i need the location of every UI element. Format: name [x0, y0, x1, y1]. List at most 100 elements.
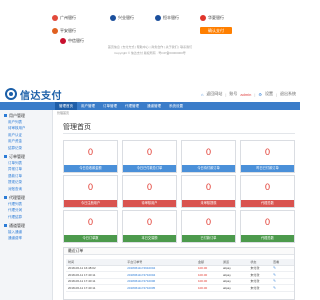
sidebar-section-header[interactable]: 订单管理: [0, 153, 52, 160]
bank-logo-huaxia[interactable]: 华夏银行: [200, 14, 224, 21]
stat-card[interactable]: 0 昨日已付款订单: [240, 140, 295, 173]
stat-card[interactable]: 0 代理总数: [240, 175, 295, 208]
nav-tab-settings[interactable]: 系统设置: [165, 102, 187, 110]
gear-icon: ⚙: [258, 91, 262, 97]
stat-card[interactable]: 0 今日待付款订单: [181, 140, 236, 173]
nav-tab-dashboard[interactable]: 管理首页: [55, 102, 77, 110]
bank-name: 恒丰银行: [163, 14, 179, 20]
stat-value: 0: [264, 217, 270, 227]
stat-value: 0: [205, 217, 211, 227]
order-status-cell: 未付款: [248, 265, 272, 273]
nav-tab-channels[interactable]: 通道管理: [143, 102, 165, 110]
home-icon: ⌂: [200, 91, 204, 97]
order-number-cell[interactable]: 20180611174910004: [125, 265, 196, 273]
sidebar-section-orders: 订单管理 订单列表 异常订单 退款订单 提现记录 对账查询: [0, 151, 52, 192]
account-name[interactable]: admin: [240, 92, 251, 97]
sidebar-section-header[interactable]: 用户管理: [0, 112, 52, 119]
divider: |: [275, 91, 277, 97]
table-row[interactable]: 2018-06-11 17:40:11 20180611174710006 100.…: [66, 278, 294, 286]
sidebar-section-header[interactable]: 通道管理: [0, 222, 52, 229]
view-icon[interactable]: ✎: [273, 273, 276, 277]
order-time-cell: 2018-06-11 17:40:11: [66, 271, 126, 279]
view-icon[interactable]: ✎: [273, 279, 276, 283]
stat-label: 待审核用户: [123, 200, 176, 207]
bank-logo-citic[interactable]: 中信银行: [60, 37, 84, 44]
settings-link[interactable]: 设置: [265, 91, 273, 97]
stat-label: 昨日已付款订单: [241, 165, 294, 172]
table-row[interactable]: 2018-06-11 17:40:11 20180611174710004 100.…: [66, 271, 294, 279]
order-channel-cell: alipay: [221, 271, 249, 279]
logo[interactable]: 信达支付: [5, 87, 62, 102]
divider: |: [225, 91, 227, 97]
bank-logo-cib[interactable]: 兴业银行: [110, 14, 134, 21]
view-cell: ✎: [271, 265, 294, 273]
sidebar-section-header[interactable]: 代理管理: [0, 194, 52, 201]
app-header: 信达支付 ⌂ 返回网站 | 账号 admin | ⚙ 设置 | 退出系统: [0, 86, 300, 102]
orders-table-body: 2018-06-11 16:48:02 20180611174910004 100.…: [66, 265, 294, 292]
bank-logo-guangzhou[interactable]: 广州银行: [52, 14, 76, 21]
sidebar-item[interactable]: 通道费率: [0, 235, 52, 241]
stat-card[interactable]: 0 代理总数: [240, 210, 295, 243]
order-amount-cell: 100.00: [195, 284, 222, 292]
stat-label: 代理总数: [241, 235, 294, 242]
logout-link[interactable]: 退出系统: [280, 91, 296, 97]
stat-value: 0: [205, 182, 211, 192]
footer-copyright: Copyright © 信达支付 版权所有 · 粤ICP备00000000号: [114, 51, 186, 55]
order-number-cell[interactable]: 20180611174710004: [125, 271, 196, 279]
order-channel-cell: alipay: [221, 265, 249, 273]
order-amount-cell: 100.00: [195, 265, 222, 273]
main-content: 管理首页 管理首页 0 今日总收款金额 0 今日已付款总订单 0 今日待付款订单 0 昨日已付…: [55, 110, 300, 300]
stat-card[interactable]: 0 今日总收款金额: [63, 140, 118, 173]
order-channel-cell: alipay: [221, 278, 249, 286]
bank-logo-icon: [155, 14, 161, 21]
stat-card[interactable]: 0 今日订单数: [63, 210, 118, 243]
order-number-cell[interactable]: 20180611174710006: [125, 278, 196, 286]
sidebar-section-title: 代理管理: [9, 194, 25, 200]
stat-card[interactable]: 0 本日交易额: [122, 210, 177, 243]
stat-label: 今日订单数: [64, 235, 117, 242]
stat-card[interactable]: 0 今日已付款总订单: [122, 140, 177, 173]
stat-card[interactable]: 0 已付款订单: [181, 210, 236, 243]
back-to-site-link[interactable]: 返回网站: [206, 91, 222, 97]
confirm-pay-button[interactable]: 确认支付: [200, 27, 232, 34]
order-status-cell: 未付款: [248, 271, 272, 279]
order-time-cell: 2018-06-11 16:48:02: [66, 265, 126, 273]
stat-value: 0: [146, 182, 152, 192]
view-cell: ✎: [271, 284, 294, 292]
bank-name: 平安银行: [60, 27, 76, 33]
stat-card[interactable]: 0 未审核提现: [181, 175, 236, 208]
bank-name: 华夏银行: [208, 14, 224, 20]
stat-card[interactable]: 0 今日注册用户: [63, 175, 118, 208]
sidebar-section-agents: 代理管理 代理列表 代理分润 代理结算: [0, 192, 52, 220]
stat-label: 未审核提现: [182, 200, 235, 207]
stat-value: 0: [146, 147, 152, 157]
bank-logo-icon: [200, 14, 206, 21]
logo-text: 信达支付: [20, 90, 62, 102]
nav-tab-users[interactable]: 用户管理: [77, 102, 99, 110]
order-time-cell: 2018-06-11 17:40:11: [66, 278, 126, 286]
bank-name: 兴业银行: [118, 14, 134, 20]
header-actions: ⌂ 返回网站 | 账号 admin | ⚙ 设置 | 退出系统: [201, 90, 296, 98]
table-row[interactable]: 2018-06-11 16:48:02 20180611174910004 100.…: [66, 265, 294, 273]
view-icon[interactable]: ✎: [273, 286, 276, 290]
order-amount-cell: 100.00: [195, 271, 222, 279]
bank-logo-pingan[interactable]: 平安银行: [52, 27, 76, 34]
stat-value: 0: [87, 182, 93, 192]
stat-value: 0: [146, 217, 152, 227]
logo-icon: [5, 88, 17, 100]
sidebar-section-title: 用户管理: [9, 113, 25, 118]
sidebar-section-channels: 通道管理 接入通道 通道费率: [0, 220, 52, 242]
table-row[interactable]: 2018-06-11 17:40:11 20180611174710005 100.…: [66, 284, 294, 292]
stat-card[interactable]: 0 待审核用户: [122, 175, 177, 208]
nav-tab-orders[interactable]: 订单管理: [99, 102, 121, 110]
stat-value: 0: [205, 147, 211, 157]
square-bullet-icon: [4, 114, 7, 117]
bank-logo-icon: [52, 27, 58, 34]
stat-value: 0: [264, 182, 270, 192]
footer-links[interactable]: 首页信息 | 支付方式 | 帮助中心 | 商务合作 | 关于我们 | 联系我们: [65, 45, 235, 49]
order-number-cell[interactable]: 20180611174710005: [125, 284, 196, 292]
view-icon[interactable]: ✎: [273, 266, 276, 270]
nav-tab-agents[interactable]: 代理管理: [121, 102, 143, 110]
bank-logo-hengfeng[interactable]: 恒丰银行: [155, 14, 179, 21]
view-cell: ✎: [271, 278, 294, 286]
